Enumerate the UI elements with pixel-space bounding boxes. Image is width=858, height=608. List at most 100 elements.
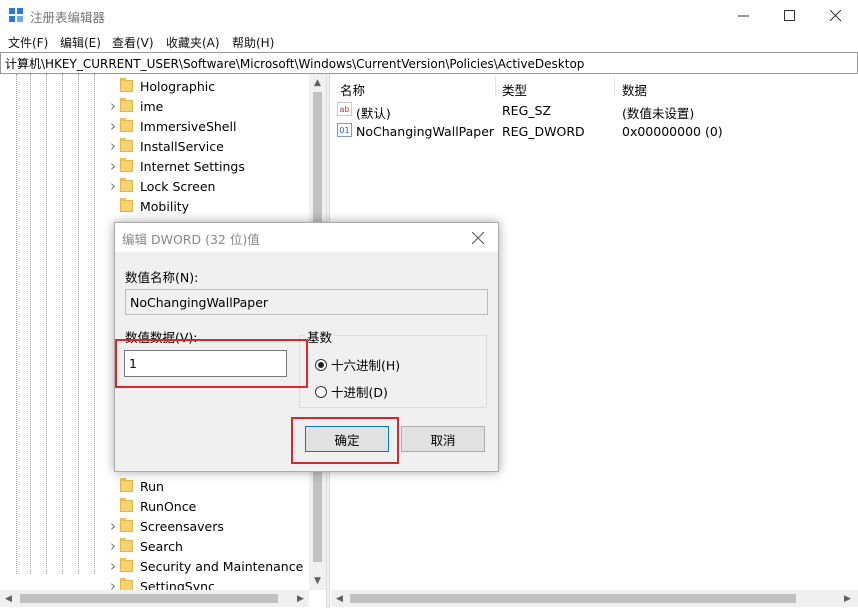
close-icon (471, 231, 485, 245)
tree-node[interactable]: RunOnce (108, 496, 196, 516)
minimize-button[interactable] (720, 0, 766, 30)
title-bar: 注册表编辑器 (0, 0, 858, 30)
column-header-type[interactable]: 类型 (502, 80, 527, 99)
menu-view[interactable]: 查看(V) (112, 34, 154, 51)
chevron-right-icon[interactable]: › (108, 557, 118, 575)
chevron-right-icon[interactable]: › (108, 97, 118, 115)
tree-node[interactable]: › Internet Settings (108, 156, 245, 176)
value-name: (默认) (356, 106, 391, 121)
folder-icon (120, 78, 133, 92)
tree-node-label: Internet Settings (140, 158, 245, 174)
tree-node-label: Run (140, 478, 164, 494)
cancel-button[interactable]: 取消 (401, 426, 485, 452)
tree-node-label: InstallService (140, 138, 224, 154)
radio-unselected-icon (315, 385, 327, 398)
close-button[interactable] (812, 0, 858, 30)
radio-hex[interactable]: 十六进制(H) (315, 355, 400, 374)
tree-node-label: ImmersiveShell (140, 118, 237, 134)
base-label: 基数 (305, 327, 335, 346)
string-value-icon: ab (337, 102, 352, 116)
maximize-icon (783, 9, 795, 21)
value-data: (数值未设置) (622, 106, 695, 121)
tree-node-label: Lock Screen (140, 178, 216, 194)
tree-node[interactable]: › Search (108, 536, 183, 556)
chevron-right-icon[interactable]: › (108, 117, 118, 135)
chevron-right-icon[interactable]: › (108, 137, 118, 155)
value-name-label: 数值名称(N): (125, 270, 199, 285)
tree-node-label: Screensavers (140, 518, 224, 534)
scroll-thumb[interactable] (20, 594, 278, 603)
tree-guide (78, 74, 79, 574)
tree-horizontal-scrollbar[interactable]: ◀ ▶ (0, 590, 309, 607)
column-divider[interactable] (614, 76, 615, 96)
menu-file[interactable]: 文件(F) (8, 34, 48, 51)
highlight-box-ok (291, 417, 399, 464)
tree-node[interactable]: › InstallService (108, 136, 224, 156)
tree-node-label: Security and Maintenance (140, 558, 304, 574)
scroll-left-icon[interactable]: ◀ (331, 590, 348, 607)
highlight-box-value-data (115, 339, 308, 388)
tree-guide (62, 74, 63, 574)
address-path: 计算机\HKEY_CURRENT_USER\Software\Microsoft… (5, 57, 585, 71)
tree-node-label: Search (140, 538, 183, 554)
tree-node-label: ime (140, 98, 164, 114)
tree-node[interactable]: › ImmersiveShell (108, 116, 236, 136)
scroll-thumb[interactable] (350, 594, 796, 603)
menu-edit[interactable]: 编辑(E) (60, 34, 101, 51)
tree-node-label: RunOnce (140, 498, 197, 514)
folder-icon (120, 518, 133, 532)
value-name-field[interactable]: NoChangingWallPaper (125, 289, 488, 315)
chevron-right-icon[interactable]: › (108, 517, 118, 535)
value-data: 0x00000000 (0) (622, 124, 723, 139)
tree-node[interactable]: Mobility (108, 196, 189, 216)
regedit-icon (9, 8, 23, 22)
dialog-close-button[interactable] (471, 228, 485, 248)
column-header-name[interactable]: 名称 (340, 80, 365, 99)
values-horizontal-scrollbar[interactable]: ◀ ▶ (331, 590, 858, 607)
binary-value-icon: 01 (337, 123, 352, 137)
tree-guide (46, 74, 47, 574)
folder-icon (120, 538, 133, 552)
value-name: NoChangingWallPaper (356, 124, 495, 139)
scroll-up-icon[interactable]: ▲ (309, 74, 326, 91)
maximize-button[interactable] (766, 0, 812, 30)
folder-icon (120, 558, 133, 572)
column-divider[interactable] (495, 76, 496, 96)
chevron-right-icon[interactable]: › (108, 157, 118, 175)
chevron-right-icon[interactable]: › (108, 177, 118, 195)
column-header-data[interactable]: 数据 (622, 80, 647, 99)
tree-node[interactable]: Holographic (108, 76, 215, 96)
scroll-right-icon[interactable]: ▶ (839, 590, 856, 607)
menu-help[interactable]: 帮助(H) (232, 34, 274, 51)
tree-node[interactable]: › Screensavers (108, 516, 224, 536)
folder-icon (120, 198, 133, 212)
scroll-left-icon[interactable]: ◀ (0, 590, 17, 607)
value-row[interactable]: 01 NoChangingWallPaper REG_DWORD 0x00000… (337, 123, 817, 143)
tree-guide (94, 74, 95, 574)
tree-node-label: Mobility (140, 198, 190, 214)
radio-dec[interactable]: 十进制(D) (315, 382, 388, 401)
tree-node[interactable]: › ime (108, 96, 163, 116)
folder-icon (120, 478, 133, 492)
folder-icon (120, 178, 133, 192)
folder-icon (120, 498, 133, 512)
dialog-title: 编辑 DWORD (32 位)值 (122, 232, 260, 247)
window-title: 注册表编辑器 (30, 10, 106, 25)
folder-icon (120, 138, 133, 152)
value-type: REG_SZ (502, 103, 552, 118)
chevron-right-icon[interactable]: › (108, 537, 118, 555)
tree-node[interactable]: Run (108, 476, 164, 496)
value-row[interactable]: ab (默认) REG_SZ (数值未设置) (337, 102, 817, 122)
minimize-icon (737, 15, 749, 16)
tree-node[interactable]: › Security and Maintenance (108, 556, 303, 576)
folder-icon (120, 118, 133, 132)
radio-hex-label: 十六进制(H) (331, 358, 401, 373)
scroll-down-icon[interactable]: ▼ (309, 572, 326, 589)
scroll-right-icon[interactable]: ▶ (292, 590, 309, 607)
tree-guide (16, 74, 17, 574)
close-icon (829, 9, 841, 21)
tree-node[interactable]: › Lock Screen (108, 176, 215, 196)
tree-guide (30, 74, 31, 574)
menu-favorites[interactable]: 收藏夹(A) (166, 34, 220, 51)
radio-dec-label: 十进制(D) (331, 385, 388, 400)
